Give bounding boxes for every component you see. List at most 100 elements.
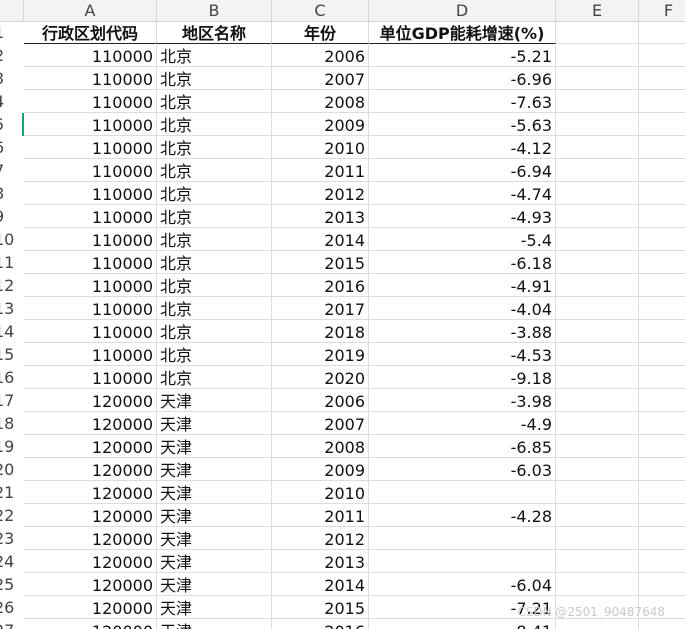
row-number[interactable]: 2 <box>0 44 16 67</box>
empty-cell[interactable] <box>639 320 685 343</box>
row-number[interactable]: 16 <box>0 366 16 389</box>
empty-cell[interactable] <box>639 228 685 251</box>
cell-energy-growth[interactable]: -4.91 <box>369 274 556 297</box>
row-number[interactable]: 24 <box>0 550 16 573</box>
cell-code[interactable]: 110000 <box>24 366 157 389</box>
cell-energy-growth[interactable]: -6.03 <box>369 458 556 481</box>
cell-region[interactable]: 北京 <box>157 182 272 205</box>
cell-code[interactable]: 120000 <box>24 389 157 412</box>
cell-region[interactable]: 天津 <box>157 573 272 596</box>
empty-cell[interactable] <box>556 113 639 136</box>
cell-energy-growth[interactable]: -4.9 <box>369 412 556 435</box>
cell-year[interactable]: 2014 <box>272 573 369 596</box>
cell-year[interactable]: 2010 <box>272 136 369 159</box>
empty-cell[interactable] <box>556 320 639 343</box>
row-number[interactable]: 22 <box>0 504 16 527</box>
cell-energy-growth[interactable]: -4.28 <box>369 504 556 527</box>
empty-cell[interactable] <box>639 205 685 228</box>
cell-region[interactable]: 天津 <box>157 481 272 504</box>
cell-region[interactable]: 天津 <box>157 412 272 435</box>
cell-region[interactable]: 天津 <box>157 619 272 629</box>
cell-code[interactable]: 120000 <box>24 435 157 458</box>
cell-year[interactable]: 2007 <box>272 67 369 90</box>
row-number[interactable]: 12 <box>0 274 16 297</box>
row-number[interactable]: 7 <box>0 159 16 182</box>
column-header-f[interactable]: F <box>639 0 685 21</box>
cell-year[interactable]: 2011 <box>272 159 369 182</box>
cell-code[interactable]: 120000 <box>24 458 157 481</box>
column-header-d[interactable]: D <box>369 0 556 21</box>
row-number[interactable]: 13 <box>0 297 16 320</box>
cell-region[interactable]: 北京 <box>157 274 272 297</box>
empty-cell[interactable] <box>556 343 639 366</box>
cell-year[interactable]: 2017 <box>272 297 369 320</box>
cell-energy-growth[interactable]: -7.63 <box>369 90 556 113</box>
column-header-c[interactable]: C <box>272 0 369 21</box>
cell-energy-growth[interactable]: -5.4 <box>369 228 556 251</box>
cell-energy-growth[interactable]: -6.85 <box>369 435 556 458</box>
cell-year[interactable]: 2006 <box>272 44 369 67</box>
header-cell-energy-growth[interactable]: 单位GDP能耗增速(%) <box>369 21 556 44</box>
row-number[interactable]: 20 <box>0 458 16 481</box>
row-number[interactable]: 21 <box>0 481 16 504</box>
empty-cell[interactable] <box>639 136 685 159</box>
cell-energy-growth[interactable]: -4.12 <box>369 136 556 159</box>
empty-cell[interactable] <box>639 435 685 458</box>
row-number[interactable]: 11 <box>0 251 16 274</box>
empty-cell[interactable] <box>556 228 639 251</box>
row-number[interactable]: 15 <box>0 343 16 366</box>
empty-cell[interactable] <box>556 550 639 573</box>
cell-energy-growth[interactable]: -6.96 <box>369 67 556 90</box>
cell-code[interactable]: 110000 <box>24 159 157 182</box>
cell-region[interactable]: 天津 <box>157 435 272 458</box>
cell-energy-growth[interactable]: -3.88 <box>369 320 556 343</box>
cell-code[interactable]: 110000 <box>24 320 157 343</box>
empty-cell[interactable] <box>556 251 639 274</box>
row-number[interactable]: 26 <box>0 596 16 619</box>
cell-region[interactable]: 北京 <box>157 205 272 228</box>
empty-cell[interactable] <box>639 343 685 366</box>
cell-code[interactable]: 110000 <box>24 67 157 90</box>
cell-code[interactable]: 110000 <box>24 343 157 366</box>
row-number[interactable]: 14 <box>0 320 16 343</box>
cell-region[interactable]: 天津 <box>157 550 272 573</box>
cell-code[interactable]: 110000 <box>24 113 157 136</box>
empty-cell[interactable] <box>556 44 639 67</box>
empty-cell[interactable] <box>639 481 685 504</box>
cell-year[interactable]: 2014 <box>272 228 369 251</box>
empty-cell[interactable] <box>556 481 639 504</box>
cell-code[interactable]: 110000 <box>24 274 157 297</box>
row-number[interactable]: 6 <box>0 136 16 159</box>
empty-cell[interactable] <box>639 619 685 629</box>
cell-year[interactable]: 2016 <box>272 619 369 629</box>
empty-cell[interactable] <box>556 274 639 297</box>
cell-region[interactable]: 北京 <box>157 136 272 159</box>
header-cell-code[interactable]: 行政区划代码 <box>24 21 157 44</box>
empty-cell[interactable] <box>556 159 639 182</box>
empty-cell[interactable] <box>556 389 639 412</box>
empty-cell[interactable] <box>556 182 639 205</box>
cell-year[interactable]: 2016 <box>272 274 369 297</box>
cell-energy-growth[interactable]: -6.18 <box>369 251 556 274</box>
cell-region[interactable]: 天津 <box>157 527 272 550</box>
cell-code[interactable]: 120000 <box>24 619 157 629</box>
empty-cell[interactable] <box>639 527 685 550</box>
row-number[interactable]: 17 <box>0 389 16 412</box>
row-number[interactable]: 1 <box>0 21 16 44</box>
cell-region[interactable]: 北京 <box>157 251 272 274</box>
cell-energy-growth[interactable]: -6.04 <box>369 573 556 596</box>
cell-year[interactable]: 2006 <box>272 389 369 412</box>
row-number[interactable]: 27 <box>0 619 16 629</box>
cell-region[interactable]: 北京 <box>157 159 272 182</box>
empty-cell[interactable] <box>639 550 685 573</box>
cell-code[interactable]: 120000 <box>24 481 157 504</box>
cell-region[interactable]: 天津 <box>157 596 272 619</box>
empty-cell[interactable] <box>639 67 685 90</box>
header-cell-region[interactable]: 地区名称 <box>157 21 272 44</box>
empty-cell[interactable] <box>639 274 685 297</box>
empty-cell[interactable] <box>556 90 639 113</box>
empty-cell[interactable] <box>556 67 639 90</box>
empty-cell[interactable] <box>556 412 639 435</box>
empty-cell[interactable] <box>639 504 685 527</box>
empty-cell[interactable] <box>639 458 685 481</box>
